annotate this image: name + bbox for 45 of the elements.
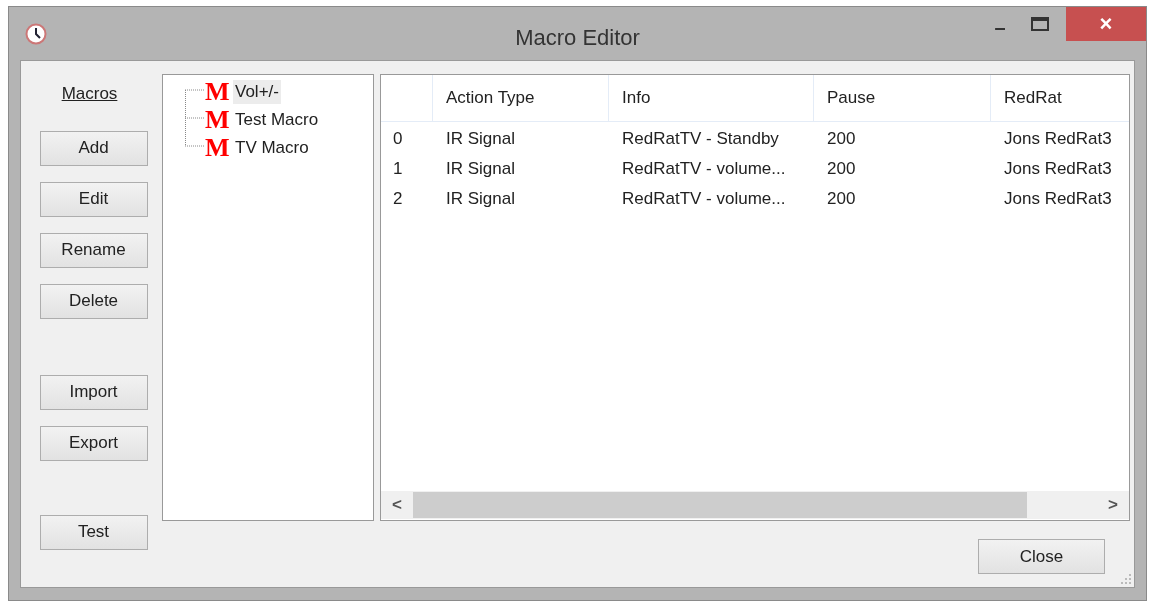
macro-action-button[interactable]: Import (39, 374, 148, 410)
table-cell: 0 (393, 129, 403, 149)
horizontal-scrollbar[interactable]: < > (381, 491, 1129, 519)
table-cell: 1 (393, 159, 403, 179)
macro-icon: M (205, 107, 233, 133)
tree-item[interactable]: Vol+/- (233, 80, 281, 104)
table-cell: Jons RedRat3 (1004, 189, 1112, 209)
minimize-button[interactable]: – (980, 7, 1020, 41)
table-cell: 200 (827, 159, 856, 179)
close-button[interactable]: × (1066, 7, 1146, 41)
tree-item[interactable]: TV Macro (233, 136, 311, 160)
table-cell: 200 (827, 129, 856, 149)
table-cell: IR Signal (446, 189, 515, 209)
table-cell: IR Signal (446, 159, 515, 179)
column-header[interactable]: Pause (827, 85, 876, 111)
scroll-thumb[interactable] (413, 492, 1027, 518)
column-header[interactable]: Action Type (446, 85, 535, 111)
macro-action-button[interactable]: Export (39, 425, 148, 461)
macro-action-button[interactable]: Test (39, 514, 148, 550)
macros-label: Macros (61, 83, 118, 105)
table-cell: Jons RedRat3 (1004, 159, 1112, 179)
column-header[interactable]: RedRat (1004, 85, 1062, 111)
maximize-icon (1031, 17, 1049, 31)
tree-item[interactable]: Test Macro (233, 108, 321, 132)
scroll-right-button[interactable]: > (1097, 492, 1129, 518)
macro-icon: M (205, 79, 233, 105)
table-cell: RedRatTV - Standby (622, 129, 779, 149)
window-title: Macro Editor (515, 24, 640, 52)
tree-lines (185, 89, 205, 149)
macro-icon: M (205, 135, 233, 161)
macro-action-button[interactable]: Delete (39, 283, 148, 319)
table-cell: RedRatTV - volume... (622, 189, 786, 209)
macro-action-button[interactable]: Rename (39, 232, 148, 268)
table-cell: IR Signal (446, 129, 515, 149)
close-dialog-button[interactable]: Close (978, 539, 1105, 574)
column-header[interactable]: Info (622, 85, 651, 111)
macro-action-button[interactable]: Edit (39, 181, 148, 217)
table-cell: Jons RedRat3 (1004, 129, 1112, 149)
scroll-left-button[interactable]: < (381, 492, 413, 518)
clock-icon (25, 22, 47, 45)
table-cell: 2 (393, 189, 403, 209)
table-cell: 200 (827, 189, 856, 209)
macro-action-button[interactable]: Add (39, 130, 148, 166)
table-cell: RedRatTV - volume... (622, 159, 786, 179)
resize-grip-icon (1120, 573, 1132, 585)
